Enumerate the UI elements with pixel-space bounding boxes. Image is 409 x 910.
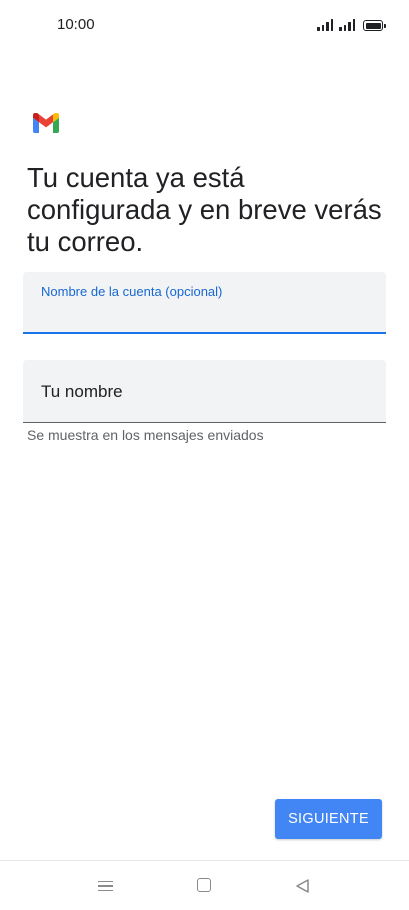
- navigation-bar: [0, 860, 409, 910]
- next-button[interactable]: SIGUIENTE: [275, 799, 382, 839]
- your-name-placeholder: Tu nombre: [41, 382, 123, 401]
- your-name-field[interactable]: Tu nombre: [23, 360, 386, 423]
- menu-icon[interactable]: [98, 878, 116, 894]
- signal-icon: [317, 19, 333, 31]
- your-name-helper-text: Se muestra en los mensajes enviados: [27, 427, 264, 443]
- home-icon[interactable]: [197, 878, 215, 894]
- status-bar: 10:00: [0, 0, 409, 50]
- battery-icon: [363, 20, 386, 31]
- account-name-field[interactable]: Nombre de la cuenta (opcional): [23, 272, 386, 334]
- account-name-label: Nombre de la cuenta (opcional): [41, 284, 223, 299]
- screen: 10:00 Tu cuenta ya está configurada y en…: [0, 0, 409, 910]
- page-title: Tu cuenta ya está configurada y en breve…: [27, 162, 382, 257]
- signal-icon: [339, 19, 355, 31]
- status-time: 10:00: [57, 16, 95, 33]
- status-icons: [317, 17, 386, 31]
- gmail-logo-icon: [33, 113, 59, 133]
- back-icon[interactable]: [294, 878, 312, 894]
